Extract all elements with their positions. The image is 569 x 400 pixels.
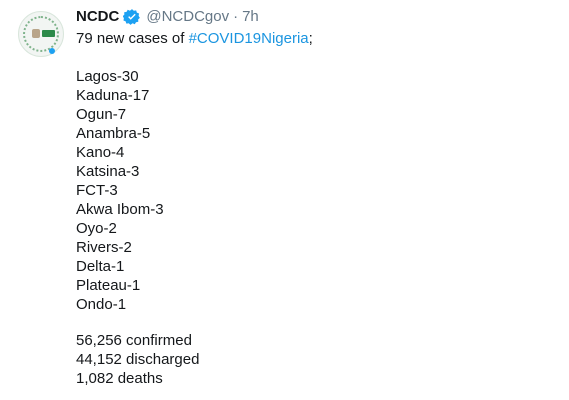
state-line: Katsina-3 (76, 163, 140, 180)
state-line: Kaduna-17 (76, 87, 150, 104)
avatar-dot-icon (49, 48, 55, 54)
intro-text: 79 new cases of (76, 30, 185, 47)
state-line: Plateau-1 (76, 277, 141, 294)
state-line: Lagos-30 (76, 68, 139, 85)
state-line: Rivers-2 (76, 239, 132, 256)
state-line: Delta-1 (76, 258, 125, 275)
intro-suffix: ; (308, 30, 313, 47)
author-name[interactable]: NCDC (76, 7, 119, 27)
avatar-badge-icon (42, 30, 55, 37)
state-line: Kano-4 (76, 144, 125, 161)
tweet-intro-line: 79 new cases of #COVID19Nigeria; (76, 29, 561, 48)
tweet-timestamp[interactable]: 7h (242, 7, 259, 27)
deaths-total: 1,082 deaths (76, 370, 163, 387)
state-line: Oyo-2 (76, 220, 117, 237)
state-line: Anambra-5 (76, 125, 151, 142)
hashtag-link[interactable]: #COVID19Nigeria (189, 30, 309, 47)
author-handle[interactable]: @NCDCgov (146, 7, 229, 27)
state-line: FCT-3 (76, 182, 118, 199)
discharged-total: 44,152 discharged (76, 351, 200, 368)
confirmed-total: 56,256 confirmed (76, 332, 192, 349)
tweet-header: NCDC @NCDCgov · 7h (76, 7, 561, 27)
state-line: Akwa Ibom-3 (76, 201, 164, 218)
state-case-list: Lagos-30 Kaduna-17 Ogun-7 Anambra-5 Kano… (76, 67, 561, 314)
state-line: Ogun-7 (76, 106, 127, 123)
header-separator: · (233, 8, 239, 25)
avatar-seal-icon (32, 29, 40, 38)
avatar[interactable] (18, 11, 64, 57)
tweet[interactable]: NCDC @NCDCgov · 7h 79 new cases of #COVI… (0, 0, 569, 400)
tweet-content: NCDC @NCDCgov · 7h 79 new cases of #COVI… (76, 7, 561, 388)
state-line: Ondo-1 (76, 296, 127, 313)
verified-badge-icon (123, 9, 141, 25)
totals-list: 56,256 confirmed 44,152 discharged 1,082… (76, 331, 561, 388)
tweet-text: 79 new cases of #COVID19Nigeria; Lagos-3… (76, 29, 561, 388)
